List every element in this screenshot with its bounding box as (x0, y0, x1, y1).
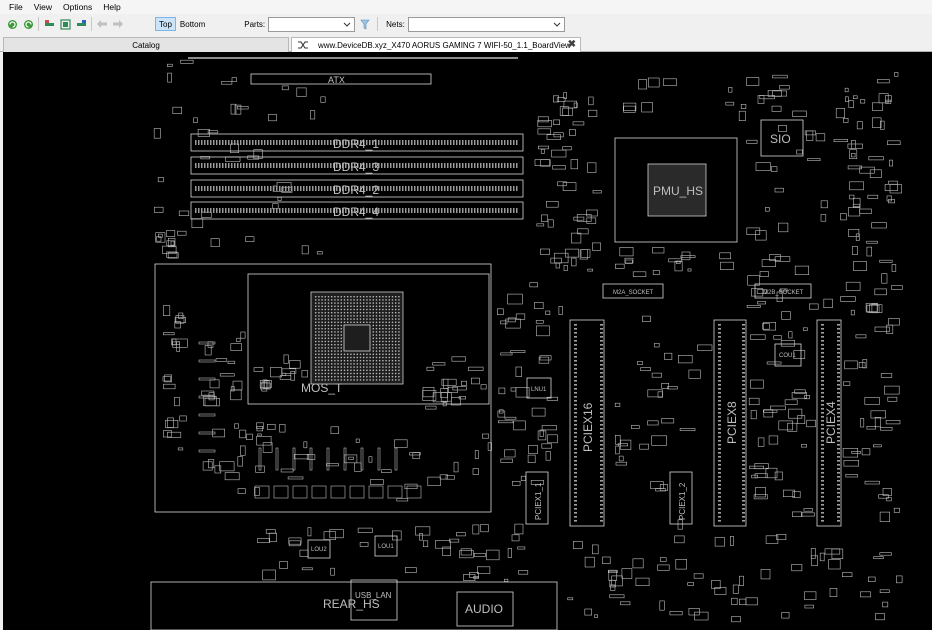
chevron-down-icon (553, 22, 561, 27)
menu-bar: File View Options Help (0, 0, 932, 14)
nets-label: Nets: (386, 19, 405, 29)
lnu1-label: LNU1 (531, 387, 547, 393)
chevron-down-icon (343, 22, 351, 27)
lou2-label: LOU2 (311, 547, 327, 553)
m2a-socket-label: M2A_SOCKET (613, 290, 654, 296)
fit-board-icon[interactable] (59, 18, 71, 30)
zoom-in-icon[interactable] (43, 18, 55, 30)
close-icon[interactable]: ✖ (568, 39, 576, 50)
ddr4-4-label: DDR4_4 (333, 205, 379, 219)
toolbar-separator (377, 17, 379, 31)
ddr4-3-label: DDR4_3 (333, 160, 379, 174)
board-drawing: ATX DDR4_1 DDR4_3 DDR4_2 DDR4_4 MOS_T PM… (150, 57, 903, 630)
toolbar-separator (38, 17, 39, 31)
parts-combobox[interactable] (268, 16, 356, 32)
menu-options[interactable]: Options (57, 2, 97, 12)
nets-combobox[interactable] (407, 16, 565, 32)
lou1-label: LOU1 (378, 544, 394, 550)
parts-filter-icon[interactable] (359, 18, 371, 30)
pciex1-1-label: PCIEX1_1 (534, 482, 543, 520)
ddr4-1-label: DDR4_1 (333, 137, 379, 151)
m2b-socket-label: M2B_SOCKET (763, 290, 804, 296)
audio-label: AUDIO (465, 602, 503, 616)
cou1-label: COU1 (779, 353, 796, 359)
usb-lan-label: USB_LAN (355, 591, 392, 600)
rotate-left-icon[interactable] (6, 18, 18, 30)
pciex16-label: PCIEX16 (581, 402, 595, 452)
document-tab-bar: Catalog www.DeviceDB.xyz_X470 AORUS GAMI… (0, 36, 932, 52)
menu-help[interactable]: Help (97, 2, 125, 12)
tab-catalog[interactable]: Catalog (3, 37, 289, 52)
rotate-right-icon[interactable] (22, 18, 34, 30)
tab-boardview[interactable]: www.DeviceDB.xyz_X470 AORUS GAMING 7 WIF… (291, 37, 581, 52)
bottom-side-button[interactable]: Bottom (176, 17, 209, 31)
pciex8-label: PCIEX8 (725, 401, 739, 444)
zoom-out-icon[interactable] (75, 18, 87, 30)
pmu-hs-label: PMU_HS (653, 184, 703, 198)
tab-catalog-label: Catalog (132, 40, 160, 50)
pciex4-label: PCIEX4 (824, 401, 838, 444)
atx-label: ATX (328, 75, 345, 85)
menu-file[interactable]: File (0, 2, 28, 12)
tab-boardview-label: www.DeviceDB.xyz_X470 AORUS GAMING 7 WIF… (318, 40, 571, 50)
board-view-canvas[interactable]: ATX DDR4_1 DDR4_3 DDR4_2 DDR4_4 MOS_T PM… (3, 52, 932, 630)
back-arrow-icon[interactable] (96, 18, 108, 30)
pciex1-2-label: PCIEX1_2 (678, 482, 687, 520)
ddr4-2-label: DDR4_2 (333, 183, 379, 197)
menu-view[interactable]: View (28, 2, 57, 12)
top-side-button[interactable]: Top (155, 17, 176, 31)
toolbar-separator (91, 17, 92, 31)
toolbar: Top Bottom Parts: Nets: (0, 14, 932, 34)
parts-label: Parts: (244, 19, 266, 29)
sio-label: SIO (770, 132, 791, 146)
ddr4-slots: DDR4_1 DDR4_3 DDR4_2 DDR4_4 (190, 133, 524, 220)
forward-arrow-icon[interactable] (112, 18, 124, 30)
shuffle-icon (298, 41, 308, 49)
mos-t-label: MOS_T (301, 381, 343, 395)
